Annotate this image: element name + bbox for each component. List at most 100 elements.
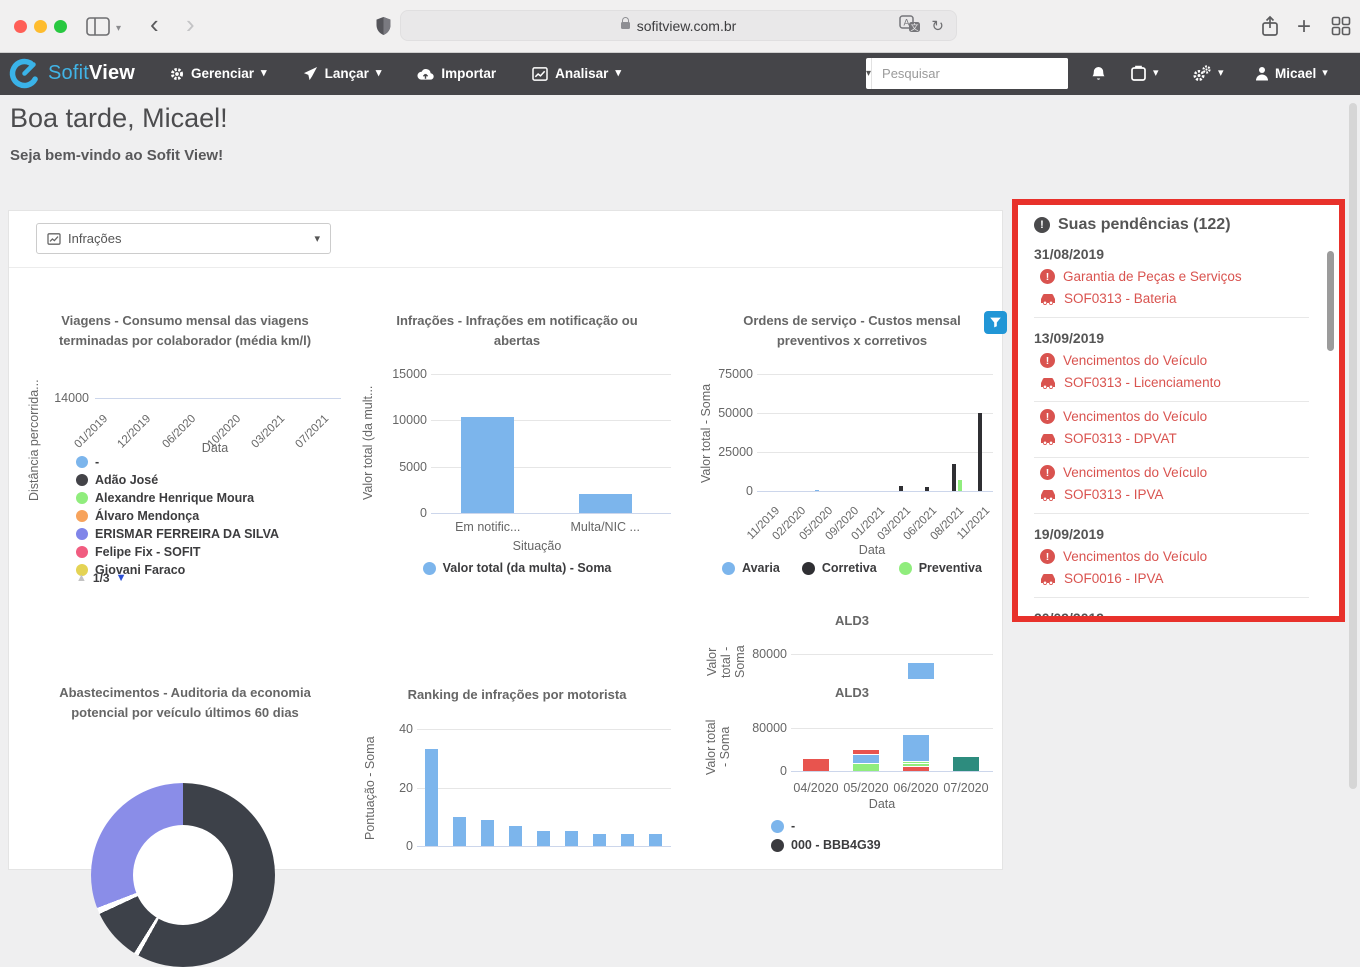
pendencia-vehicle-label: SOF0313 - DPVAT xyxy=(1064,431,1177,446)
pendencia-vehicle-link[interactable]: SOF0016 - IPVA xyxy=(1040,571,1325,586)
bar xyxy=(509,826,522,846)
bar xyxy=(903,764,929,766)
pendencia-vehicle-link[interactable]: SOF0313 - IPVA xyxy=(1040,487,1325,502)
search-group: ▾ xyxy=(866,58,1068,89)
pendencia-type-link[interactable]: !Vencimentos do Veículo xyxy=(1040,409,1325,424)
pendencia-vehicle-link[interactable]: SOF0313 - DPVAT xyxy=(1040,431,1325,446)
gridline xyxy=(417,788,671,789)
pendencias-title: ! Suas pendências (122) xyxy=(1034,216,1325,234)
pendencia-type-link[interactable]: !Vencimentos do Veículo xyxy=(1040,353,1325,368)
divider xyxy=(9,267,1002,268)
tab-overview-icon[interactable] xyxy=(1331,16,1351,41)
bar xyxy=(903,767,929,771)
widget-selector[interactable]: Infrações ▾ xyxy=(36,223,331,254)
reload-icon[interactable]: ↻ xyxy=(931,17,944,35)
pendencia-type-label: Vencimentos do Veículo xyxy=(1063,549,1207,564)
x-tick-label: 07/2020 xyxy=(926,781,1006,795)
sidebar-toggle-icon[interactable] xyxy=(86,17,110,41)
settings-menu[interactable]: ▾ xyxy=(1192,52,1224,95)
bar xyxy=(815,490,819,492)
gridline xyxy=(417,729,671,730)
menu-lancar[interactable]: Lançar ▾ xyxy=(303,66,382,81)
close-window-button[interactable] xyxy=(14,20,27,33)
translate-icon[interactable]: A文 xyxy=(899,15,921,36)
menu-gerenciar[interactable]: Gerenciar ▾ xyxy=(170,66,267,81)
menu-lancar-label: Lançar xyxy=(325,66,369,81)
caret-down-icon: ▾ xyxy=(615,68,621,79)
notifications-button[interactable] xyxy=(1090,52,1107,95)
pendencia-type-label: Garantia de Peças e Serviços xyxy=(1063,269,1242,284)
legend-item[interactable]: Valor total (da multa) - Soma xyxy=(423,561,612,575)
legend-item[interactable]: Corretiva xyxy=(802,561,877,575)
legend-page-indicator: 1/3 xyxy=(93,571,110,585)
pendencia-vehicle-link[interactable]: SOF0313 - Licenciamento xyxy=(1040,375,1325,390)
legend-dot xyxy=(76,456,88,468)
gear-icon xyxy=(170,67,184,81)
bell-icon xyxy=(1090,65,1107,83)
user-menu[interactable]: Micael ▾ xyxy=(1255,52,1328,95)
legend-item[interactable]: ERISMAR FERREIRA DA SILVA xyxy=(76,527,279,541)
menu-analisar[interactable]: Analisar ▾ xyxy=(532,66,621,81)
pendencias-panel: ! Suas pendências (122) 31/08/2019!Garan… xyxy=(1012,199,1345,622)
plot-area: 80000 xyxy=(691,609,1013,679)
privacy-shield-icon[interactable] xyxy=(375,16,392,42)
maximize-window-button[interactable] xyxy=(54,20,67,33)
exclamation-circle-icon: ! xyxy=(1040,465,1055,480)
url-bar[interactable]: sofitview.com.br A文 ↻ xyxy=(400,10,957,41)
donut-chart[interactable] xyxy=(91,783,275,967)
legend-item[interactable]: Avaria xyxy=(722,561,780,575)
y-tick-label: 0 xyxy=(737,764,787,778)
brand-logo[interactable]: SofitView xyxy=(8,57,135,90)
legend: -000 - BBB4G39 xyxy=(771,819,881,852)
pendencia-type-link[interactable]: !Vencimentos do Veículo xyxy=(1040,465,1325,480)
forward-button[interactable]: › xyxy=(186,15,195,33)
bar xyxy=(903,762,929,764)
legend-page-down-icon[interactable]: ▼ xyxy=(116,572,127,584)
chart-ald3-top: ALD3 Valor total - Soma 80000 xyxy=(691,609,1013,679)
page-title: Boa tarde, Micael! xyxy=(10,103,228,134)
legend-item[interactable]: Alexandre Henrique Moura xyxy=(76,491,279,505)
user-icon xyxy=(1255,66,1269,81)
legend-page-up-icon[interactable]: ▲ xyxy=(76,572,87,584)
legend-item[interactable]: - xyxy=(76,455,279,469)
pendencia-date: 19/09/2019 xyxy=(1034,526,1325,542)
plot-area: 40200 xyxy=(351,673,683,873)
legend-item[interactable]: Álvaro Mendonça xyxy=(76,509,279,523)
legend-dot xyxy=(899,562,912,575)
bar xyxy=(621,834,634,846)
pendencia-type-link[interactable]: ! Garantia de Peças e Serviços xyxy=(1040,269,1325,284)
legend-item[interactable]: - xyxy=(771,819,881,833)
brand-view: View xyxy=(89,62,135,84)
pendencia-date: 13/09/2019 xyxy=(1034,330,1325,346)
x-axis-label: Data xyxy=(751,797,1013,811)
search-input[interactable] xyxy=(872,58,1068,89)
pendencia-vehicle-link[interactable]: SOF0313 - Bateria xyxy=(1040,291,1325,306)
pendencia-type-link[interactable]: !Vencimentos do Veículo xyxy=(1040,549,1325,564)
legend-item[interactable]: Felipe Fix - SOFIT xyxy=(76,545,279,559)
legend-label: - xyxy=(791,819,795,833)
legend: - Adão José Alexandre Henrique Moura Álvaro… xyxy=(76,455,279,577)
legend-item[interactable]: Preventiva xyxy=(899,561,982,575)
new-tab-button[interactable]: + xyxy=(1297,13,1311,41)
pendencias-scrollbar[interactable] xyxy=(1327,251,1334,351)
pendencia-vehicle-label: SOF0016 - IPVA xyxy=(1064,571,1164,586)
caret-down-icon: ▾ xyxy=(261,68,267,79)
divider xyxy=(1034,457,1309,458)
legend-item[interactable]: Adão José xyxy=(76,473,279,487)
sidebar-caret-icon[interactable]: ▾ xyxy=(116,23,121,34)
bar xyxy=(899,486,903,491)
page: { "glyphs": { "caret_down": "▾", "chevro… xyxy=(0,0,1360,850)
share-icon[interactable] xyxy=(1260,15,1280,43)
page-scrollbar[interactable] xyxy=(1349,103,1357,789)
gridline xyxy=(757,452,993,453)
bar xyxy=(537,831,550,846)
documents-menu[interactable]: ▾ xyxy=(1130,52,1159,95)
exclamation-circle-icon: ! xyxy=(1040,269,1055,284)
menu-importar-label: Importar xyxy=(441,66,496,81)
y-tick-label: 10000 xyxy=(377,413,427,427)
back-button[interactable]: ‹ xyxy=(150,15,159,33)
menu-importar[interactable]: Importar xyxy=(417,66,496,81)
minimize-window-button[interactable] xyxy=(34,20,47,33)
y-tick-label: 75000 xyxy=(703,367,753,381)
caret-down-icon: ▾ xyxy=(314,232,320,245)
